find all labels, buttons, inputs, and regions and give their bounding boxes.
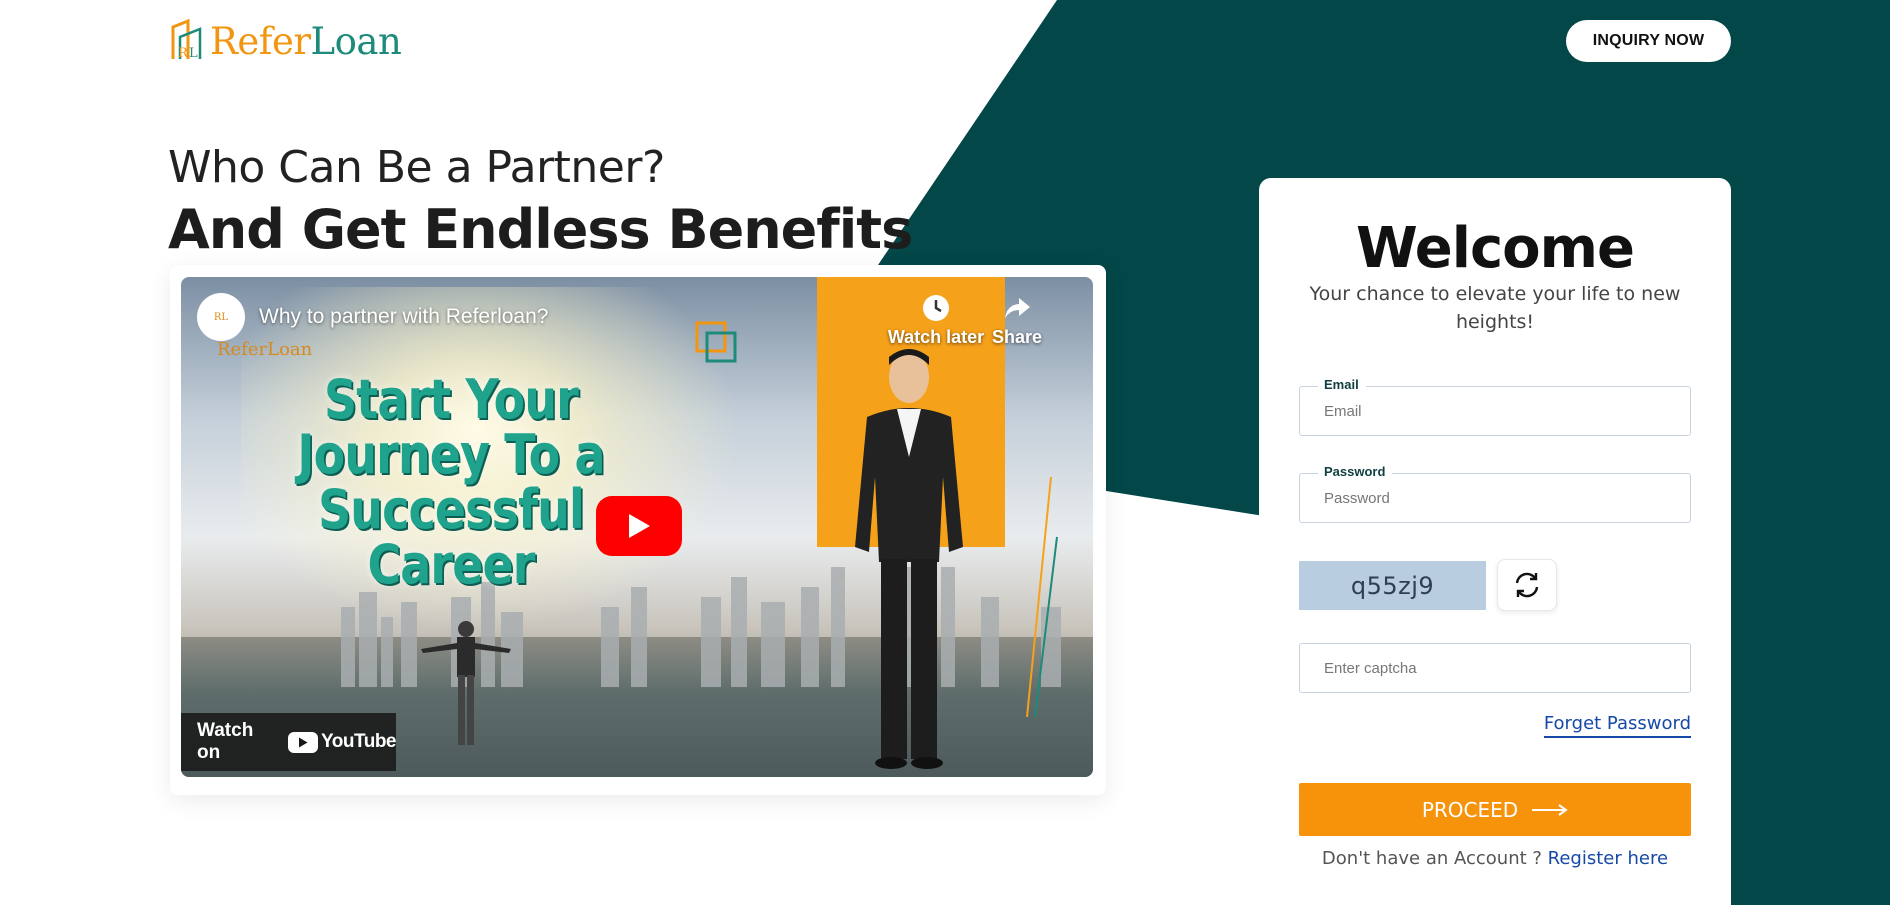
proceed-button[interactable]: PROCEED [1299,783,1691,836]
email-field-wrapper: Email [1299,377,1691,436]
captcha-field-wrapper [1299,643,1691,693]
video-title[interactable]: Why to partner with Referloan? [259,305,548,329]
welcome-heading: Welcome [1356,216,1635,281]
captcha-input[interactable] [1300,644,1690,692]
square-logo-icon [695,321,737,363]
refresh-icon [1515,572,1539,598]
video-logo-text: ReferLoan [217,339,313,360]
channel-avatar[interactable]: RL [197,293,245,341]
brand-name: ReferLoan [210,19,402,63]
hero-title: And Get Endless Benefits [168,198,913,261]
forget-password-link[interactable]: Forget Password [1543,713,1691,738]
youtube-video-player[interactable]: RL Why to partner with Referloan? ReferL… [181,277,1093,777]
captcha-image: q55zj9 [1299,561,1486,610]
welcome-subheading: Your chance to elevate your life to new … [1309,283,1681,333]
proceed-label: PROCEED [1421,797,1519,822]
svg-text:L: L [189,46,198,61]
register-link[interactable]: Register here [1548,848,1668,869]
play-button[interactable] [596,496,682,556]
login-card: Welcome Your chance to elevate your life… [1259,178,1731,905]
refresh-captcha-button[interactable] [1497,559,1557,611]
accent-line-graphic [1026,477,1058,717]
arrow-right-icon [1532,803,1568,816]
share-button[interactable]: Share [967,293,1067,348]
video-card: RL Why to partner with Referloan? ReferL… [170,265,1106,795]
password-field-wrapper: Password [1299,464,1691,523]
share-arrow-icon [1005,298,1030,318]
register-prompt: Don't have an Account ? Register here [1259,848,1731,869]
logo-house-icon: R L [171,19,202,61]
brand-logo[interactable]: R L ReferLoan [170,16,402,66]
watch-on-label: Watch on [197,720,254,763]
share-label: Share [991,327,1043,347]
man-back-figure [421,621,511,745]
email-input[interactable] [1300,387,1690,435]
video-headline: Start Your Journey To a Successful Caree… [297,368,605,596]
hero-subtitle: Who Can Be a Partner? [168,142,665,193]
businessman-figure [855,349,963,769]
youtube-play-icon [288,731,319,753]
play-icon [629,514,650,538]
no-account-text: Don't have an Account ? [1321,848,1548,869]
inquiry-now-button[interactable]: INQUIRY NOW [1566,20,1731,62]
password-input[interactable] [1300,474,1690,522]
svg-text:R: R [178,46,189,61]
watch-on-youtube-button[interactable]: Watch on YouTube [181,713,396,771]
clock-icon [923,295,949,321]
youtube-logo: YouTube [288,731,396,753]
